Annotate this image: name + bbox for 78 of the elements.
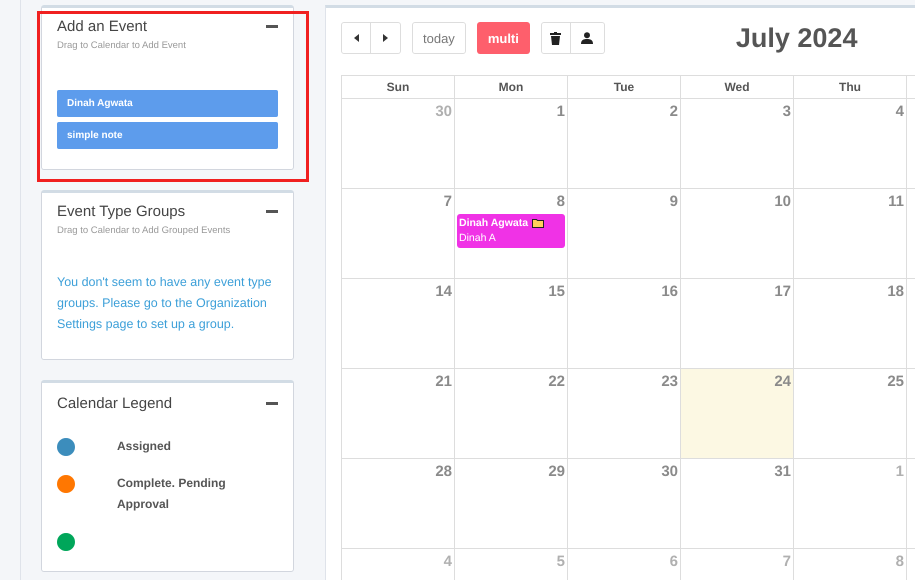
- day-number: 28: [435, 463, 452, 480]
- day-cell[interactable]: 9: [568, 189, 681, 279]
- day-cell[interactable]: 2: [568, 99, 681, 189]
- folder-icon: [532, 219, 544, 228]
- caret-right-icon: [383, 34, 388, 42]
- day-number: 5: [556, 553, 565, 570]
- card-title: Event Type Groups: [57, 203, 186, 220]
- day-number: 7: [782, 553, 791, 570]
- day-cell[interactable]: 30: [568, 459, 681, 549]
- draggable-event[interactable]: Dinah Agwata: [57, 90, 278, 117]
- day-number: 22: [548, 373, 565, 390]
- day-number: 24: [774, 373, 791, 390]
- user-button[interactable]: [570, 22, 605, 54]
- day-number: 29: [548, 463, 565, 480]
- day-number: 11: [888, 193, 904, 210]
- day-number: 1: [556, 103, 565, 120]
- card-subtitle: Drag to Calendar to Add Grouped Events: [57, 225, 232, 236]
- day-number: 21: [435, 373, 452, 390]
- today-button[interactable]: today: [412, 22, 466, 54]
- day-number: 30: [435, 103, 452, 120]
- caret-left-icon: [354, 34, 358, 42]
- day-cell[interactable]: 28: [342, 459, 455, 549]
- day-number: 8: [556, 193, 565, 210]
- day-number: 7: [444, 193, 452, 210]
- legend-label: Assigned: [117, 438, 172, 455]
- day-cell[interactable]: 15: [455, 279, 568, 369]
- day-number: 1: [896, 463, 904, 480]
- person-icon: [581, 32, 594, 44]
- card-subtitle: Drag to Calendar to Add Event: [57, 40, 187, 51]
- day-number: 30: [661, 463, 678, 480]
- day-cell[interactable]: 21: [342, 369, 455, 459]
- trash-icon: [550, 32, 562, 44]
- day-cell[interactable]: 7: [342, 189, 455, 279]
- delete-button[interactable]: [540, 22, 571, 54]
- day-number: 17: [774, 283, 791, 300]
- day-number: 14: [435, 283, 452, 300]
- day-number: 10: [774, 193, 791, 210]
- day-number: 4: [444, 553, 452, 570]
- day-number: 18: [887, 283, 904, 300]
- day-number: 2: [670, 103, 678, 120]
- day-cell[interactable]: 30: [342, 99, 455, 189]
- day-number: 3: [782, 103, 791, 120]
- day-cell[interactable]: 14: [342, 279, 455, 369]
- multi-button[interactable]: multi: [476, 22, 530, 54]
- next-button[interactable]: [371, 22, 401, 54]
- day-cell[interactable]: 31: [681, 459, 794, 549]
- day-cell[interactable]: 22: [455, 369, 568, 459]
- day-number: 9: [670, 193, 678, 210]
- day-cell[interactable]: 8 Dinah Agwata Dinah A: [455, 189, 568, 279]
- day-cell[interactable]: 1: [455, 99, 568, 189]
- day-number: 25: [887, 373, 904, 390]
- day-cell[interactable]: 11: [794, 189, 907, 279]
- day-cell[interactable]: 23: [568, 369, 681, 459]
- day-number: 23: [661, 373, 678, 390]
- draggable-event[interactable]: simple note: [57, 122, 278, 149]
- calendar-event[interactable]: Dinah Agwata Dinah A: [457, 214, 565, 248]
- day-number: 6: [670, 553, 678, 570]
- calendar-title: July 2024: [736, 22, 858, 54]
- day-number: 15: [548, 283, 565, 300]
- legend-label: Complete. Pending Approval: [117, 475, 227, 513]
- day-number: 8: [896, 553, 904, 570]
- day-cell[interactable]: 24: [681, 369, 794, 459]
- info-message: You don't seem to have any event type groups. Please go to the Organization Settings page to set up a group.: [57, 274, 273, 333]
- day-cell[interactable]: 1: [794, 459, 907, 549]
- day-number: 31: [774, 463, 791, 480]
- day-cell[interactable]: 3: [681, 99, 794, 189]
- day-cell[interactable]: 4: [794, 99, 907, 189]
- day-cell[interactable]: 16: [568, 279, 681, 369]
- card-title: Calendar Legend: [57, 395, 172, 412]
- day-cell[interactable]: 17: [681, 279, 794, 369]
- day-cell[interactable]: 10: [681, 189, 794, 279]
- prev-button[interactable]: [341, 22, 371, 54]
- day-cell[interactable]: 29: [455, 459, 568, 549]
- day-number: 4: [896, 103, 904, 120]
- day-cell[interactable]: 18: [794, 279, 907, 369]
- day-number: 16: [661, 283, 678, 300]
- card-title: Add an Event: [57, 18, 148, 35]
- day-cell[interactable]: 25: [794, 369, 907, 459]
